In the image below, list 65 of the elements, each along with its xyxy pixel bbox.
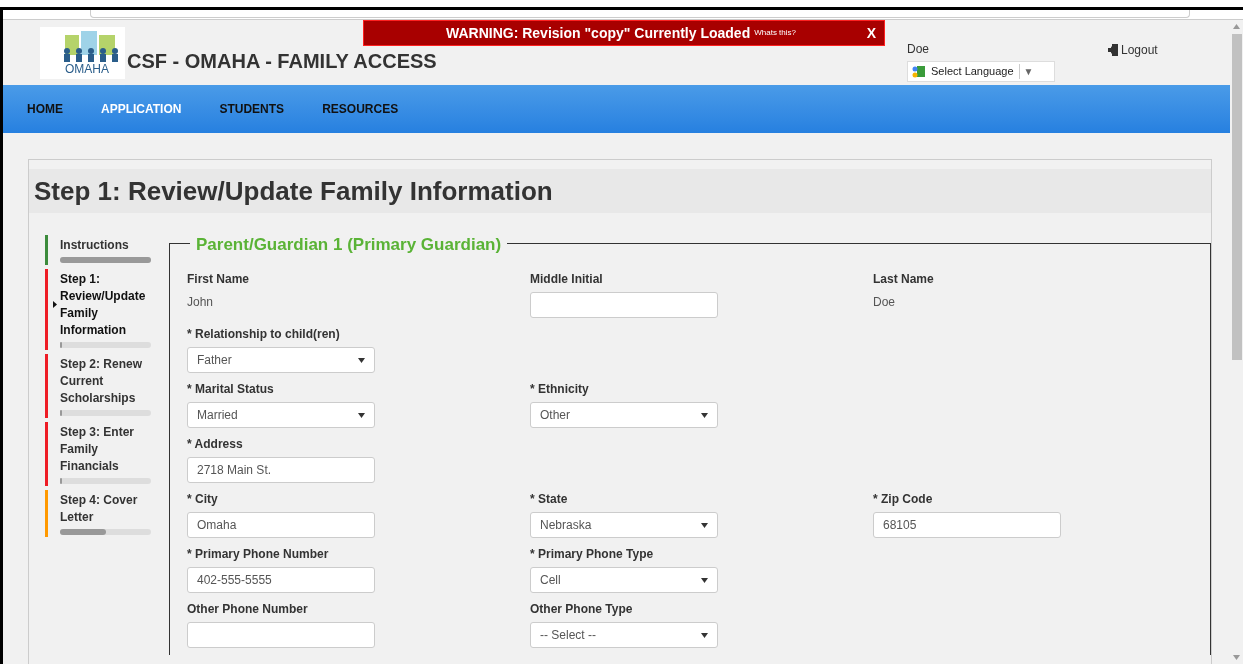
logout-link[interactable]: Logout: [1108, 41, 1158, 59]
input-field[interactable]: 2718 Main St.: [187, 457, 375, 483]
nav-item[interactable]: RESOURCES: [322, 100, 399, 118]
step-label: Instructions: [60, 237, 130, 254]
logo-text: OMAHA: [65, 62, 109, 75]
site-title: CSF - OMAHA - FAMILY ACCESS: [127, 48, 437, 74]
step-item[interactable]: Instructions: [45, 235, 153, 265]
field-value: John: [187, 294, 215, 311]
field-label: * Zip Code: [873, 491, 934, 508]
step-item[interactable]: Step 4: Cover Letter: [45, 490, 153, 537]
select-dropdown[interactable]: Father: [187, 347, 375, 373]
field-label: * Address: [187, 436, 244, 453]
step-label: Step 3: Enter Family Financials: [60, 424, 135, 475]
nav-item[interactable]: HOME: [27, 100, 63, 118]
caret-icon: [358, 357, 365, 363]
input-field[interactable]: [530, 292, 718, 318]
scroll-up-icon[interactable]: [1233, 24, 1240, 29]
field-label: * Relationship to child(ren): [187, 326, 341, 343]
children-buildings-icon: [61, 30, 121, 63]
field-value: Doe: [873, 294, 896, 311]
step-label: Step 2: Renew Current Scholarships: [60, 356, 144, 407]
language-select[interactable]: Select Language ▼: [907, 61, 1055, 82]
language-icon: [911, 64, 926, 79]
step-item[interactable]: Step 3: Enter Family Financials: [45, 422, 153, 486]
select-dropdown[interactable]: Nebraska: [530, 512, 718, 538]
step-item[interactable]: Step 1: Review/Update Family Information: [45, 269, 153, 350]
scroll-thumb[interactable]: [1231, 34, 1242, 360]
field-label: * Ethnicity: [530, 381, 590, 398]
field-label: * Marital Status: [187, 381, 275, 398]
warning-text: WARNING: Revision "copy" Currently Loaded: [446, 23, 751, 43]
select-dropdown[interactable]: -- Select --: [530, 622, 718, 648]
step-label: Step 4: Cover Letter: [60, 492, 139, 526]
caret-icon: [701, 577, 708, 583]
input-field[interactable]: 68105: [873, 512, 1061, 538]
whats-this-link[interactable]: Whats this?: [754, 27, 796, 39]
select-dropdown[interactable]: Other: [530, 402, 718, 428]
input-field[interactable]: 402-555-5555: [187, 567, 375, 593]
step-label: Step 1: Review/Update Family Information: [60, 271, 147, 339]
field-label: * Primary Phone Number: [187, 546, 330, 563]
page-heading: Step 1: Review/Update Family Information: [29, 169, 1211, 213]
field-label: * State: [530, 491, 569, 508]
field-label: Other Phone Number: [187, 601, 309, 618]
field-label: * Primary Phone Type: [530, 546, 655, 563]
select-dropdown[interactable]: Cell: [530, 567, 718, 593]
select-dropdown[interactable]: Married: [187, 402, 375, 428]
close-button[interactable]: X: [862, 22, 880, 44]
field-label: * City: [187, 491, 219, 508]
caret-icon: [701, 522, 708, 528]
field-label: Middle Initial: [530, 271, 604, 288]
caret-icon: [358, 412, 365, 418]
current-step-marker: [53, 301, 57, 308]
input-field[interactable]: [187, 622, 375, 648]
language-label: Select Language: [931, 64, 1014, 80]
language-caret: ▼: [1018, 64, 1034, 79]
field-label: Other Phone Type: [530, 601, 634, 618]
field-label: Last Name: [873, 271, 935, 288]
user-name: Doe: [907, 41, 930, 58]
caret-icon: [701, 412, 708, 418]
scroll-down-icon[interactable]: [1233, 655, 1240, 660]
caret-icon: [701, 632, 708, 638]
logout-icon: [1108, 44, 1118, 56]
input-field[interactable]: Omaha: [187, 512, 375, 538]
nav-item[interactable]: STUDENTS: [219, 100, 285, 118]
field-label: First Name: [187, 271, 251, 288]
step-item[interactable]: Step 2: Renew Current Scholarships: [45, 354, 153, 418]
